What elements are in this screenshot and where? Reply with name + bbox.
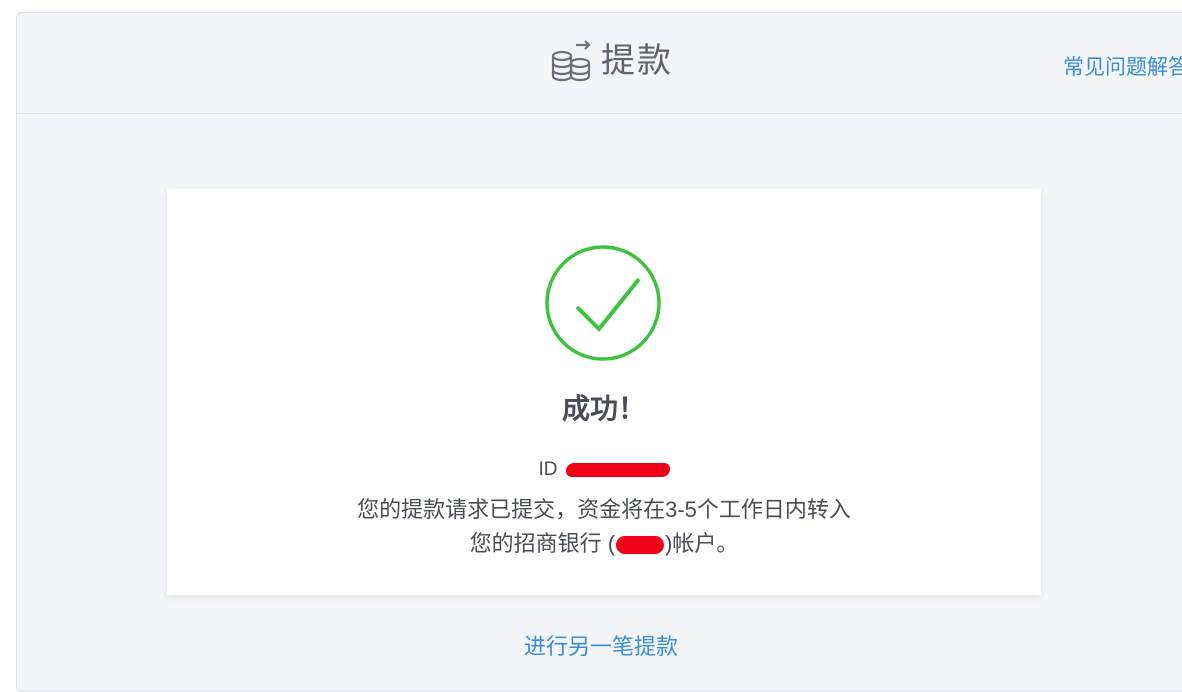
title-bar: 提款 [17,37,1182,85]
withdrawal-panel: 提款 常见问题解答 成功！ ID 您的提款请求已提交，资金将在3-5个工作日内转… [16,12,1182,692]
success-card: 成功！ ID 您的提款请求已提交，资金将在3-5个工作日内转入 您的招商银行 (… [167,189,1041,595]
success-title: 成功！ [561,393,646,424]
check-circle-icon [543,243,663,368]
account-message-prefix: 您的招商银行 ( [469,531,616,556]
new-withdrawal-label: 进行另一笔提款 [523,634,678,659]
page-title: 提款 [601,42,673,80]
faq-link[interactable]: 常见问题解答 [1063,51,1182,81]
account-message-suffix: )帐户。 [665,531,739,556]
confirmation-message: 您的提款请求已提交，资金将在3-5个工作日内转入 [357,497,851,522]
redacted-id [564,462,671,477]
panel-header: 提款 常见问题解答 [17,13,1182,114]
title-group: 提款 [549,37,673,85]
redacted-account [616,536,665,555]
coins-transfer-icon [549,39,595,83]
transaction-id: ID [167,459,1041,481]
account-message: 您的招商银行 ( )帐户。 [167,526,1041,558]
id-label: ID [538,459,558,480]
new-withdrawal-link[interactable]: 进行另一笔提款 [17,629,1182,661]
